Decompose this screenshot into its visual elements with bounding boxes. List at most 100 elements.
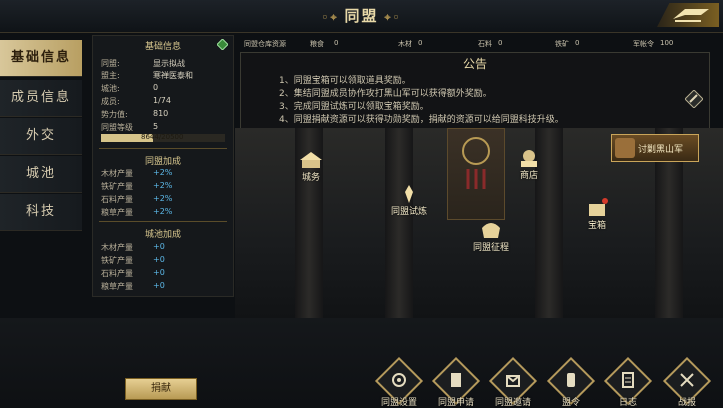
resource-name: 木材 [398,40,412,48]
info-value: 5 [153,122,159,131]
button-label: 同盟邀请 [494,398,531,408]
bonus-value: +0 [153,255,165,264]
page-title: ◦⌖ 同盟 ⌖◦ [0,5,723,26]
resource-value: 0 [498,39,503,47]
shop-icon [521,150,537,167]
bonus-label: 粮草产量 [101,282,133,291]
title-ornament-left: ◦⌖ [321,11,345,24]
divider [99,221,227,222]
building-trial[interactable]: 同盟试炼 [381,184,437,217]
bonus-value: +0 [153,268,165,277]
alliance-invite-button[interactable]: 同盟邀请 [488,356,538,408]
settings-icon [392,373,406,387]
heishan-label: 讨剿黑山军 [638,145,684,155]
bonus-label: 铁矿产量 [101,256,133,265]
bonus-label: 粮草产量 [101,208,133,217]
log-button[interactable]: 日志 [603,356,653,408]
tab-technology[interactable]: 科技 [0,194,82,231]
tab-basic-info[interactable]: 基础信息 [0,40,82,77]
alliance-banner [447,128,505,220]
info-label: 势力值: [101,110,128,119]
building-label: 同盟征程 [472,243,509,253]
bonus-value: +2% [153,194,173,203]
city-bonus-title: 城池加成 [144,230,181,240]
button-label: 同盟设置 [380,398,417,408]
info-value: 0 [153,83,159,92]
info-label: 成员: [101,97,120,106]
pillar [385,128,413,318]
divider [99,148,227,149]
bonus-value: +2% [153,168,173,177]
notice-panel: 公告 1、同盟宝箱可以领取道具奖励。 2、集结同盟成员协作攻打黑山军可以获得额外… [240,52,710,130]
notice-line: 3、完成同盟试炼可以领取宝箱奖励。 [279,102,429,112]
battle-report-button[interactable]: 战报 [662,356,712,408]
resource-value: 0 [575,39,580,47]
resource-name: 粮食 [310,40,324,48]
info-value: 810 [153,109,169,118]
building-label: 宝箱 [587,221,606,231]
donate-button[interactable]: 捐献 [125,378,197,400]
alliance-settings-button[interactable]: 同盟设置 [374,356,424,408]
basic-info-panel: 基础信息 同盟: 显示拟战 盟主: 寒禅医泰和 城池: 0 成员: 1/74 势… [92,35,234,297]
edit-diamond-icon[interactable] [217,39,228,50]
chest-icon [589,198,608,216]
alliance-order-button[interactable]: 盟令 [546,356,596,408]
resource-value: 100 [660,39,674,47]
info-value: 寒禅医泰和 [153,71,193,80]
resource-value: 0 [418,39,423,47]
button-label: 盟令 [561,398,580,408]
heishan-army-button[interactable]: 讨剿黑山军 [611,134,699,162]
bonus-label: 铁矿产量 [101,182,133,191]
city-hall-icon [300,152,322,168]
title-ornament-right: ⌖◦ [378,11,402,24]
building-label: 商店 [519,171,538,181]
bonus-value: +2% [153,181,173,190]
edit-notice-icon[interactable] [685,90,703,108]
alliance-application-button[interactable]: 同盟申请 [431,356,481,408]
building-label: 城务 [301,173,320,183]
tab-column: 基础信息 成员信息 外交 城池 科技 [0,40,82,235]
resource-value: 0 [334,39,339,47]
resource-name: 铁矿 [555,40,569,48]
alliance-scene: 城务 商店 同盟试炼 同盟征程 宝箱 讨剿黑山军 [235,128,723,318]
resource-label: 同盟仓库资源 [244,40,286,48]
button-label: 日志 [618,398,637,408]
invite-icon [506,375,520,387]
info-value: 1/74 [153,96,171,105]
tab-member-info[interactable]: 成员信息 [0,80,82,117]
info-label: 同盟等级 [101,123,133,132]
info-label: 城池: [101,84,120,93]
expedition-icon [482,223,500,238]
trial-icon [405,185,413,203]
button-label: 战报 [677,398,696,408]
page-title-text: 同盟 [344,7,379,25]
info-value: 显示拟战 [153,59,185,68]
tab-cities[interactable]: 城池 [0,156,82,193]
general-portrait-icon [615,138,635,158]
log-icon [622,372,634,388]
basic-info-title: 基础信息 [144,42,181,52]
alliance-bonus-title: 同盟加成 [144,157,181,167]
building-shop[interactable]: 商店 [507,148,551,181]
building-chest[interactable]: 宝箱 [575,198,619,231]
building-expedition[interactable]: 同盟征程 [463,220,519,253]
battle-report-icon [680,373,694,387]
exp-text: 8644/20500 [141,133,184,141]
bonus-label: 石料产量 [101,269,133,278]
exp-bar: 8644/20500 [101,133,225,142]
building-label: 同盟试炼 [390,207,427,217]
notice-title: 公告 [462,57,487,71]
banner-emblem-icon [462,137,490,189]
scroll-icon [451,373,461,387]
info-label: 盟主: [101,71,120,80]
bonus-value: +0 [153,281,165,290]
bonus-label: 木材产量 [101,169,133,178]
tab-diplomacy[interactable]: 外交 [0,118,82,155]
bonus-label: 石料产量 [101,195,133,204]
info-label: 同盟: [101,59,120,68]
back-arrow-icon [673,9,709,22]
building-citywork[interactable]: 城务 [289,150,333,183]
button-label: 同盟申请 [437,398,474,408]
notice-line: 1、同盟宝箱可以领取道具奖励。 [279,76,411,86]
bonus-label: 木材产量 [101,243,133,252]
